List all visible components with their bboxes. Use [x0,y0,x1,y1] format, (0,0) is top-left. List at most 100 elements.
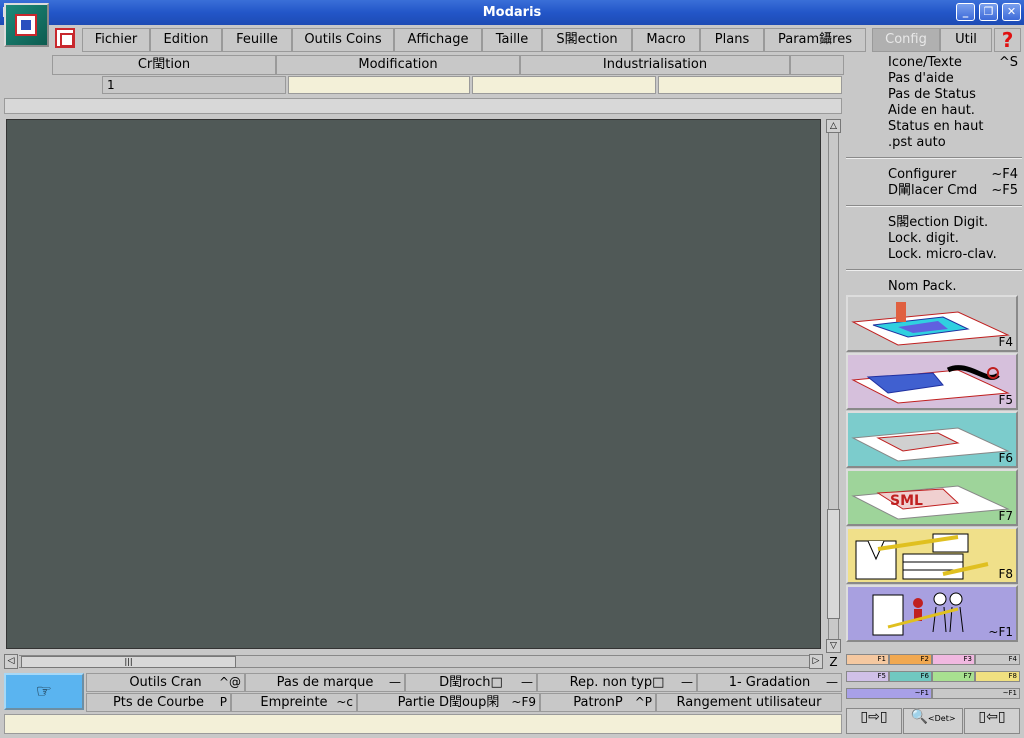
cmd-patronp[interactable]: PatronP ^P [540,693,656,712]
cmd-rep-non-type[interactable]: Rep. non typ□ — [537,673,697,692]
menu-outils-coins[interactable]: Outils Coins [292,28,394,52]
cmd-partie-decoupee[interactable]: Partie D閏oup閑 ~F9 [357,693,540,712]
menu-item-aide-en-haut[interactable]: Aide en haut. [888,103,1018,119]
menu-item-pas-d-aide[interactable]: Pas d'aide [888,71,1018,87]
chip-shift-f1-b[interactable]: ~F1 [932,688,1020,699]
cmd-outils-cran[interactable]: Outils Cran ^@ [86,673,245,692]
menu-parametres[interactable]: Param鑷res [764,28,866,52]
zoom-z-label[interactable]: Z [826,655,841,669]
scroll-down-icon[interactable]: ▽ [826,639,841,653]
module-key: F7 [998,509,1013,523]
pattern-digitize-icon [851,302,1010,346]
garment-grading-icon [855,533,989,580]
cmd-gradation[interactable]: 1- Gradation — [697,673,842,692]
page-next-icon[interactable]: ▯⇦▯ [964,708,1020,734]
page-prev-icon[interactable]: ▯⇨▯ [846,708,902,734]
menu-item-label: D閳lacer Cmd [888,183,978,198]
tab-modification[interactable]: Modification [276,55,520,75]
vertical-scroll-thumb[interactable] [827,509,840,619]
horizontal-scroll-thumb[interactable]: ||| [21,656,236,668]
zoom-detail-label: <Det> [927,714,956,723]
tab-creation[interactable]: Cr閏tion [52,55,276,75]
work-area[interactable] [6,119,821,649]
config-dropdown-menu: Icone/Texte ^S Pas d'aide Pas de Status A… [846,55,1022,296]
module-f5-button[interactable]: F5 [846,353,1018,410]
restore-button[interactable]: ❐ [979,3,998,21]
cursor-tool-button[interactable]: ☞ [4,673,84,710]
menu-item-label: Nom Pack. [888,279,957,294]
menu-item-deplacer-cmd[interactable]: D閳lacer Cmd ~F5 [888,183,1018,199]
horizontal-scrollbar[interactable]: ◁ ||| ▷ [4,654,824,669]
chip-f6[interactable]: F6 [889,671,932,682]
menu-item-label: .pst auto [888,135,946,150]
menu-util[interactable]: Util [940,28,992,52]
menu-item-nom-pack[interactable]: Nom Pack. [888,279,1018,295]
cmd-pts-de-courbe[interactable]: Pts de Courbe P [86,693,231,712]
cmd-label: 1- Gradation [728,675,811,690]
chip-f7[interactable]: F7 [932,671,975,682]
info-field-3[interactable] [472,76,656,94]
menu-item-icone-texte[interactable]: Icone/Texte ^S [888,55,1018,71]
menu-item-label: S閣ection Digit. [888,215,989,230]
cmd-decrocher[interactable]: D閏roch□ — [405,673,537,692]
menu-item-status-en-haut[interactable]: Status en haut [888,119,1018,135]
menu-feuille[interactable]: Feuille [222,28,292,52]
module-f7-button[interactable]: SML F7 [846,469,1018,526]
module-f1-button[interactable]: ~F1 [846,585,1018,642]
svg-text:SML: SML [890,493,923,509]
horizontal-scroll-track[interactable]: ||| [19,655,809,668]
module-f6-button[interactable]: F6 [846,411,1018,468]
scroll-up-icon[interactable]: △ [826,119,841,133]
info-field-4[interactable] [658,76,842,94]
sheet-number-field[interactable]: 1 [102,76,286,94]
zoom-detail-button[interactable]: 🔍<Det> [903,708,963,734]
cmd-shortcut: ~c [336,695,353,709]
cmd-label: Rangement utilisateur [676,695,822,710]
module-key: F6 [998,451,1013,465]
menu-item-pst-auto[interactable]: .pst auto [888,135,1018,151]
menu-affichage[interactable]: Affichage [394,28,482,52]
chip-f2[interactable]: F2 [889,654,932,665]
chip-f1[interactable]: F1 [846,654,889,665]
status-bar [4,714,842,734]
chip-f3[interactable]: F3 [932,654,975,665]
menu-taille[interactable]: Taille [482,28,542,52]
menu-config[interactable]: Config [872,28,940,52]
cmd-shortcut: ^@ [218,675,241,689]
menu-separator [846,157,1022,159]
module-f8-button[interactable]: F8 [846,527,1018,584]
tab-industrialisation[interactable]: Industrialisation [520,55,790,75]
module-f4-button[interactable]: F4 [846,295,1018,352]
cmd-rangement-utilisateur[interactable]: Rangement utilisateur [656,693,842,712]
menu-item-selection-digit[interactable]: S閣ection Digit. [888,215,1018,231]
help-icon[interactable]: ? [994,28,1021,52]
menu-plans[interactable]: Plans [700,28,764,52]
menu-bar: Fichier Edition Feuille Outils Coins Aff… [0,25,1024,55]
chip-f5[interactable]: F5 [846,671,889,682]
cmd-shortcut: ^P [634,695,652,709]
menu-selection[interactable]: S閣ection [542,28,632,52]
menu-edition[interactable]: Edition [150,28,222,52]
menu-item-configurer[interactable]: Configurer ~F4 [888,167,1018,183]
module-icon[interactable] [55,28,75,48]
close-button[interactable]: ✕ [1002,3,1021,21]
chip-shift-f1-a[interactable]: ~F1 [846,688,932,699]
info-field-2[interactable] [288,76,470,94]
cmd-pas-de-marque[interactable]: Pas de marque — [245,673,405,692]
cmd-label: PatronP [573,695,623,710]
menu-macro[interactable]: Macro [632,28,700,52]
cmd-empreinte[interactable]: Empreinte ~c [231,693,357,712]
scroll-left-icon[interactable]: ◁ [4,654,18,669]
module-key: F8 [998,567,1013,581]
menu-item-pas-de-status[interactable]: Pas de Status [888,87,1018,103]
vertical-scrollbar[interactable]: △ ▽ [826,119,841,653]
module-key: F5 [998,393,1013,407]
scroll-right-icon[interactable]: ▷ [809,654,823,669]
chip-f8[interactable]: F8 [975,671,1020,682]
cmd-shortcut: — [826,675,838,689]
menu-item-lock-digit[interactable]: Lock. digit. [888,231,1018,247]
menu-fichier[interactable]: Fichier [82,28,150,52]
chip-f4[interactable]: F4 [975,654,1020,665]
minimize-button[interactable]: _ [956,3,975,21]
menu-item-lock-micro-clav[interactable]: Lock. micro-clav. [888,247,1018,263]
